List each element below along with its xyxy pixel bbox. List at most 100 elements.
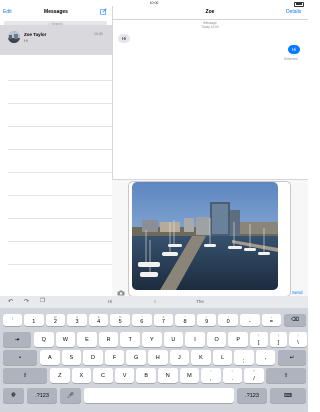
key-tilde[interactable]: ~ ` <box>3 314 22 326</box>
key-open-bracket[interactable]: {[ <box>250 332 268 347</box>
paste-icon[interactable]: ❐ <box>40 298 45 304</box>
shift-icon: ⇧ <box>22 372 28 379</box>
key-x[interactable]: X <box>71 368 92 383</box>
key-k[interactable]: K <box>191 350 211 365</box>
key-6[interactable]: ^ 6 <box>132 314 152 326</box>
numbers-key-right[interactable]: .?123 <box>237 388 267 403</box>
key-d[interactable]: D <box>83 350 103 365</box>
space-key[interactable] <box>84 388 234 403</box>
tab-key[interactable]: ⇥ <box>3 332 31 347</box>
shift-left-key[interactable]: ⇧ <box>3 368 47 383</box>
suggestion-2[interactable]: I <box>134 298 176 306</box>
key-label: J <box>178 354 181 361</box>
compose-icon[interactable] <box>100 8 107 15</box>
key-backslash[interactable]: | \ <box>289 332 307 347</box>
key-8[interactable]: * 8 <box>175 314 195 326</box>
key-e[interactable]: E <box>77 332 97 347</box>
redo-icon[interactable]: ↷ <box>24 298 29 305</box>
key-comma[interactable]: <, <box>201 368 221 383</box>
key-f[interactable]: F <box>104 350 125 365</box>
key-4[interactable]: $4 <box>88 314 109 326</box>
list-divider <box>8 103 112 104</box>
list-divider <box>8 195 112 196</box>
key-a[interactable]: A <box>40 350 60 365</box>
key-primary-label: 0 <box>226 318 230 325</box>
key-label: H <box>155 354 160 361</box>
key-v[interactable]: V <box>114 368 135 383</box>
key-u[interactable]: U <box>163 332 184 347</box>
key-2[interactable]: @2 <box>45 314 66 326</box>
keyboard-dismiss-icon: ⌨ <box>284 392 292 399</box>
delete-icon: ⌫ <box>291 317 299 323</box>
key--[interactable]: _ - <box>240 314 260 326</box>
key-primary-label: - <box>248 318 251 325</box>
key-quote[interactable]: " ' <box>255 350 276 365</box>
caps-lock-key[interactable]: • <box>3 350 37 365</box>
key-primary-label: / <box>253 375 255 382</box>
key-h[interactable]: H <box>148 350 168 365</box>
suggestion-1[interactable]: Hi <box>88 298 132 306</box>
outgoing-message-bubble[interactable]: Hi <box>288 45 301 54</box>
key-i[interactable]: I <box>185 332 205 347</box>
key-g[interactable]: G <box>126 350 146 365</box>
key-primary-label: 6 <box>140 318 144 325</box>
caps-lock-icon: • <box>19 354 21 361</box>
key-q[interactable]: Q <box>34 332 54 347</box>
shift-right-key[interactable]: ⇧ <box>266 368 306 383</box>
key-1[interactable]: ! 1 <box>24 314 44 326</box>
key-close-bracket[interactable]: }] <box>269 332 288 347</box>
dictation-key[interactable]: 🎤︎ <box>60 388 81 403</box>
list-divider <box>8 264 112 265</box>
key-r[interactable]: R <box>98 332 119 347</box>
key-l[interactable]: L <box>212 350 233 365</box>
key-period[interactable]: >. <box>222 368 243 383</box>
list-divider <box>8 218 112 219</box>
key-m[interactable]: M <box>179 368 200 383</box>
key-p[interactable]: P <box>228 332 248 347</box>
key-label: M <box>187 372 192 379</box>
hide-keyboard-key[interactable]: ⌨ <box>270 388 306 403</box>
numbers-key-left[interactable]: .?123 <box>27 388 57 403</box>
key-9[interactable]: (9 <box>196 314 217 326</box>
delete-key[interactable]: ⌫ <box>284 314 306 326</box>
key-s[interactable]: S <box>61 350 82 365</box>
key-slash[interactable]: ? / <box>244 368 264 383</box>
key-t[interactable]: T <box>120 332 140 347</box>
key-7[interactable]: & 7 <box>153 314 174 326</box>
key-secondary-label: | <box>297 333 299 337</box>
key-label: T <box>128 336 132 343</box>
key-b[interactable]: B <box>136 368 156 383</box>
key-n[interactable]: N <box>158 368 178 383</box>
key-w[interactable]: W <box>55 332 76 347</box>
undo-icon[interactable]: ↶ <box>8 298 13 305</box>
chat-title[interactable]: Zoe <box>112 9 308 15</box>
key-j[interactable]: J <box>169 350 190 365</box>
key-secondary-label: < <box>209 369 212 373</box>
send-button[interactable]: Send <box>292 290 303 295</box>
key-z[interactable]: Z <box>50 368 70 383</box>
key-3[interactable]: #3 <box>67 314 87 326</box>
key-o[interactable]: O <box>206 332 227 347</box>
microphone-icon: 🎤︎ <box>67 392 74 399</box>
attached-photo[interactable] <box>132 182 278 290</box>
key-y[interactable]: Y <box>142 332 162 347</box>
message-timestamp: iMessage Today 10:00 <box>112 21 308 29</box>
details-button[interactable]: Details <box>286 9 301 15</box>
keyboard-toolbar: ↶ ↷ ❐ Hi I The <box>0 296 308 308</box>
key-primary-label: 4 <box>97 318 101 325</box>
suggestion-3[interactable]: The <box>178 298 222 306</box>
key-label: B <box>144 372 149 379</box>
list-divider <box>8 80 112 81</box>
key-5[interactable]: % 5 <box>110 314 130 326</box>
globe-key[interactable]: 🌐︎ <box>3 388 24 403</box>
key-0[interactable]: ) 0 <box>218 314 238 326</box>
key-secondary-label: : <box>243 351 245 355</box>
key-label: O <box>214 336 219 343</box>
key-label: A <box>47 354 52 361</box>
incoming-message-bubble[interactable]: Hi <box>118 34 131 43</box>
timestamp-label: Today 10:00 <box>201 25 219 29</box>
key-semicolon[interactable]: :; <box>234 350 254 365</box>
return-key[interactable]: ↵ <box>278 350 306 365</box>
key-=[interactable]: + = <box>261 314 282 326</box>
key-c[interactable]: C <box>93 368 113 383</box>
